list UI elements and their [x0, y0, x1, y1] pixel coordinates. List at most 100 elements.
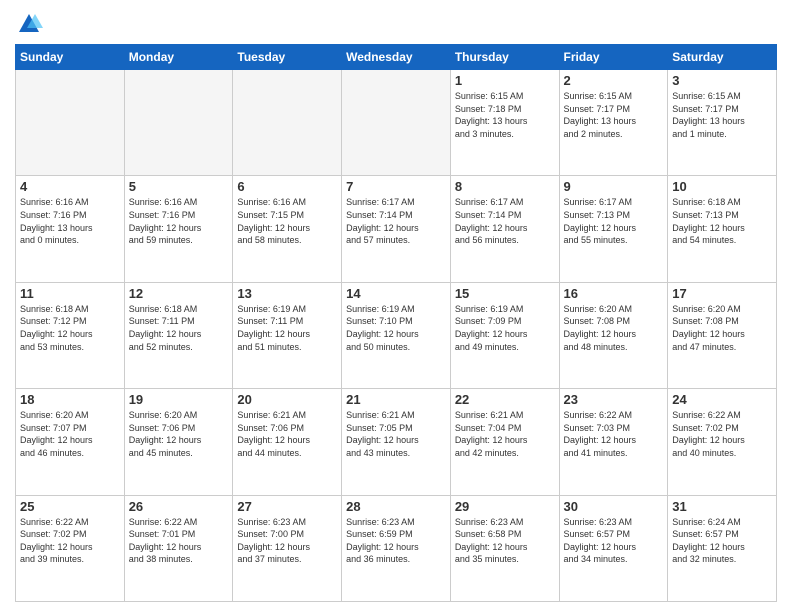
calendar-cell: 7 Sunrise: 6:17 AM Sunset: 7:14 PM Daylig… [342, 176, 451, 282]
day-info: Sunrise: 6:18 AM Sunset: 7:12 PM Dayligh… [20, 303, 120, 353]
day-info: Sunrise: 6:22 AM Sunset: 7:03 PM Dayligh… [564, 409, 664, 459]
day-number: 24 [672, 392, 772, 407]
day-info: Sunrise: 6:20 AM Sunset: 7:08 PM Dayligh… [672, 303, 772, 353]
calendar-cell: 12 Sunrise: 6:18 AM Sunset: 7:11 PM Dayli… [124, 282, 233, 388]
calendar-cell: 21Sunrise: 6:21 AM Sunset: 7:05 PM Dayli… [342, 389, 451, 495]
day-number: 17 [672, 286, 772, 301]
day-number: 11 [20, 286, 120, 301]
day-number: 1 [455, 73, 555, 88]
day-number: 15 [455, 286, 555, 301]
day-info: Sunrise: 6:15 AM Sunset: 7:17 PM Dayligh… [564, 90, 664, 140]
calendar-cell [124, 70, 233, 176]
day-info: Sunrise: 6:17 AM Sunset: 7:14 PM Dayligh… [455, 196, 555, 246]
day-info: Sunrise: 6:22 AM Sunset: 7:01 PM Dayligh… [129, 516, 229, 566]
calendar-cell [342, 70, 451, 176]
day-info: Sunrise: 6:15 AM Sunset: 7:18 PM Dayligh… [455, 90, 555, 140]
calendar-cell: 16Sunrise: 6:20 AM Sunset: 7:08 PM Dayli… [559, 282, 668, 388]
day-number: 31 [672, 499, 772, 514]
day-number: 27 [237, 499, 337, 514]
calendar-cell: 27 Sunrise: 6:23 AM Sunset: 7:00 PM Dayli… [233, 495, 342, 601]
day-info: Sunrise: 6:22 AM Sunset: 7:02 PM Dayligh… [20, 516, 120, 566]
calendar-cell: 2 Sunrise: 6:15 AM Sunset: 7:17 PM Daylig… [559, 70, 668, 176]
day-info: Sunrise: 6:23 AM Sunset: 7:00 PM Dayligh… [237, 516, 337, 566]
day-number: 18 [20, 392, 120, 407]
day-info: Sunrise: 6:16 AM Sunset: 7:16 PM Dayligh… [20, 196, 120, 246]
col-header-monday: Monday [124, 45, 233, 70]
day-number: 19 [129, 392, 229, 407]
calendar-cell: 30Sunrise: 6:23 AM Sunset: 6:57 PM Dayli… [559, 495, 668, 601]
page: SundayMondayTuesdayWednesdayThursdayFrid… [0, 0, 792, 612]
calendar-cell: 28 Sunrise: 6:23 AM Sunset: 6:59 PM Dayli… [342, 495, 451, 601]
day-info: Sunrise: 6:21 AM Sunset: 7:06 PM Dayligh… [237, 409, 337, 459]
day-number: 3 [672, 73, 772, 88]
calendar-cell: 25 Sunrise: 6:22 AM Sunset: 7:02 PM Dayli… [16, 495, 125, 601]
calendar-cell: 23 Sunrise: 6:22 AM Sunset: 7:03 PM Dayli… [559, 389, 668, 495]
day-number: 21 [346, 392, 446, 407]
calendar-table: SundayMondayTuesdayWednesdayThursdayFrid… [15, 44, 777, 602]
header [15, 10, 777, 38]
calendar-cell: 17 Sunrise: 6:20 AM Sunset: 7:08 PM Dayli… [668, 282, 777, 388]
logo-icon [15, 10, 43, 38]
calendar-cell: 18 Sunrise: 6:20 AM Sunset: 7:07 PM Dayli… [16, 389, 125, 495]
col-header-thursday: Thursday [450, 45, 559, 70]
calendar-cell: 29 Sunrise: 6:23 AM Sunset: 6:58 PM Dayli… [450, 495, 559, 601]
day-info: Sunrise: 6:17 AM Sunset: 7:14 PM Dayligh… [346, 196, 446, 246]
calendar-cell: 5 Sunrise: 6:16 AM Sunset: 7:16 PM Daylig… [124, 176, 233, 282]
day-number: 5 [129, 179, 229, 194]
calendar-cell: 6 Sunrise: 6:16 AM Sunset: 7:15 PM Daylig… [233, 176, 342, 282]
calendar-header-row: SundayMondayTuesdayWednesdayThursdayFrid… [16, 45, 777, 70]
col-header-tuesday: Tuesday [233, 45, 342, 70]
day-number: 29 [455, 499, 555, 514]
day-number: 13 [237, 286, 337, 301]
calendar-cell: 1 Sunrise: 6:15 AM Sunset: 7:18 PM Daylig… [450, 70, 559, 176]
calendar-cell: 9 Sunrise: 6:17 AM Sunset: 7:13 PM Daylig… [559, 176, 668, 282]
day-info: Sunrise: 6:17 AM Sunset: 7:13 PM Dayligh… [564, 196, 664, 246]
calendar-cell: 11 Sunrise: 6:18 AM Sunset: 7:12 PM Dayli… [16, 282, 125, 388]
day-number: 2 [564, 73, 664, 88]
day-number: 9 [564, 179, 664, 194]
calendar-cell: 19 Sunrise: 6:20 AM Sunset: 7:06 PM Dayli… [124, 389, 233, 495]
day-info: Sunrise: 6:23 AM Sunset: 6:58 PM Dayligh… [455, 516, 555, 566]
day-info: Sunrise: 6:23 AM Sunset: 6:57 PM Dayligh… [564, 516, 664, 566]
day-info: Sunrise: 6:22 AM Sunset: 7:02 PM Dayligh… [672, 409, 772, 459]
day-number: 25 [20, 499, 120, 514]
day-number: 6 [237, 179, 337, 194]
calendar-cell: 4 Sunrise: 6:16 AM Sunset: 7:16 PM Daylig… [16, 176, 125, 282]
logo [15, 10, 47, 38]
day-info: Sunrise: 6:19 AM Sunset: 7:09 PM Dayligh… [455, 303, 555, 353]
day-number: 28 [346, 499, 446, 514]
day-info: Sunrise: 6:18 AM Sunset: 7:11 PM Dayligh… [129, 303, 229, 353]
calendar-cell: 13 Sunrise: 6:19 AM Sunset: 7:11 PM Dayli… [233, 282, 342, 388]
calendar-cell: 24 Sunrise: 6:22 AM Sunset: 7:02 PM Dayli… [668, 389, 777, 495]
day-number: 20 [237, 392, 337, 407]
calendar-cell: 31 Sunrise: 6:24 AM Sunset: 6:57 PM Dayli… [668, 495, 777, 601]
day-info: Sunrise: 6:20 AM Sunset: 7:07 PM Dayligh… [20, 409, 120, 459]
calendar-cell [233, 70, 342, 176]
day-info: Sunrise: 6:19 AM Sunset: 7:11 PM Dayligh… [237, 303, 337, 353]
day-number: 14 [346, 286, 446, 301]
day-info: Sunrise: 6:20 AM Sunset: 7:08 PM Dayligh… [564, 303, 664, 353]
day-info: Sunrise: 6:16 AM Sunset: 7:16 PM Dayligh… [129, 196, 229, 246]
calendar-cell: 8Sunrise: 6:17 AM Sunset: 7:14 PM Daylig… [450, 176, 559, 282]
day-number: 4 [20, 179, 120, 194]
day-number: 26 [129, 499, 229, 514]
col-header-sunday: Sunday [16, 45, 125, 70]
calendar-cell: 3 Sunrise: 6:15 AM Sunset: 7:17 PM Daylig… [668, 70, 777, 176]
calendar-cell: 15 Sunrise: 6:19 AM Sunset: 7:09 PM Dayli… [450, 282, 559, 388]
col-header-wednesday: Wednesday [342, 45, 451, 70]
week-row-2: 4 Sunrise: 6:16 AM Sunset: 7:16 PM Daylig… [16, 176, 777, 282]
day-number: 22 [455, 392, 555, 407]
day-number: 7 [346, 179, 446, 194]
day-info: Sunrise: 6:16 AM Sunset: 7:15 PM Dayligh… [237, 196, 337, 246]
calendar-cell: 22 Sunrise: 6:21 AM Sunset: 7:04 PM Dayli… [450, 389, 559, 495]
day-info: Sunrise: 6:21 AM Sunset: 7:04 PM Dayligh… [455, 409, 555, 459]
calendar-cell: 14Sunrise: 6:19 AM Sunset: 7:10 PM Dayli… [342, 282, 451, 388]
day-number: 10 [672, 179, 772, 194]
day-info: Sunrise: 6:15 AM Sunset: 7:17 PM Dayligh… [672, 90, 772, 140]
day-info: Sunrise: 6:23 AM Sunset: 6:59 PM Dayligh… [346, 516, 446, 566]
day-number: 12 [129, 286, 229, 301]
day-info: Sunrise: 6:20 AM Sunset: 7:06 PM Dayligh… [129, 409, 229, 459]
calendar-cell [16, 70, 125, 176]
day-number: 23 [564, 392, 664, 407]
day-info: Sunrise: 6:24 AM Sunset: 6:57 PM Dayligh… [672, 516, 772, 566]
